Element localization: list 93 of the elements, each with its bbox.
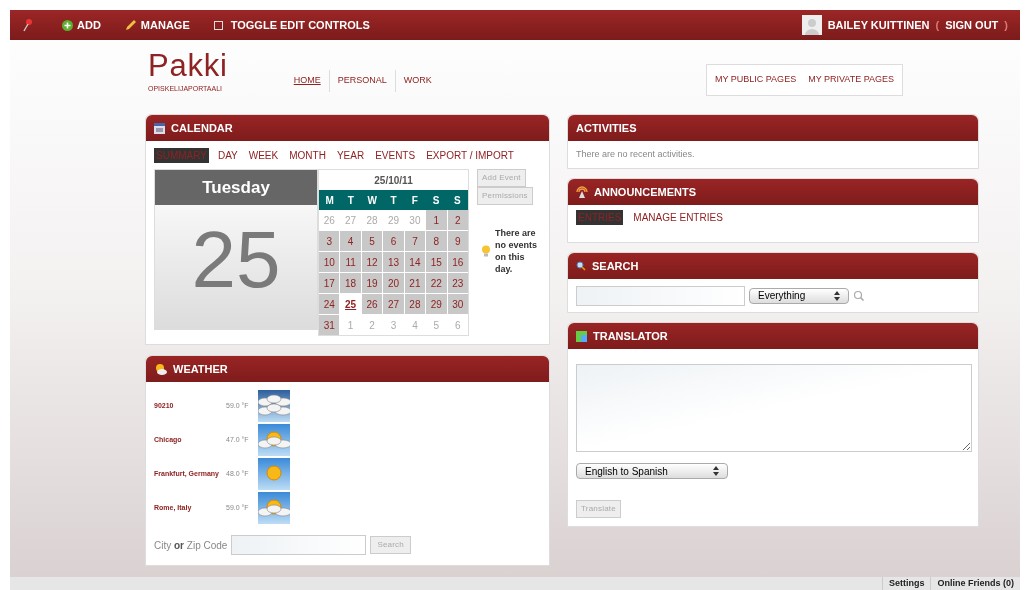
nav-link[interactable]: HOME — [285, 70, 329, 92]
calendar-day[interactable]: 12 — [361, 252, 383, 272]
calendar-day[interactable]: 22 — [426, 273, 447, 293]
sun-behind-cloud-icon — [258, 492, 290, 524]
language-select[interactable]: English to Spanish — [576, 463, 728, 479]
cloud-icon — [258, 390, 290, 422]
calendar-day[interactable]: 31 — [319, 315, 340, 335]
toggle-edit-checkbox[interactable]: TOGGLE EDIT CONTROLS — [213, 16, 370, 34]
calendar-day[interactable]: 7 — [404, 231, 426, 251]
search-icon — [576, 261, 586, 271]
page-link[interactable]: MY PUBLIC PAGES — [714, 73, 797, 87]
updown-arrows-icon — [713, 466, 719, 476]
calendar-day[interactable]: 14 — [404, 252, 426, 272]
user-name: BAILEY KUITTINEN — [827, 17, 930, 33]
city-field[interactable] — [231, 535, 367, 555]
calendar-tab[interactable]: DAY — [215, 148, 240, 163]
calendar-day[interactable]: 19 — [361, 273, 383, 293]
announcement-tab[interactable]: MANAGE ENTRIES — [631, 210, 725, 225]
sun-behind-cloud-icon — [258, 424, 290, 456]
calendar-tab[interactable]: EVENTS — [373, 148, 418, 163]
panel-title: CALENDAR — [171, 120, 233, 136]
calendar-day[interactable]: 11 — [340, 252, 361, 272]
search-field[interactable] — [576, 285, 745, 306]
calendar-day[interactable]: 27 — [383, 294, 404, 314]
scope-select[interactable]: Everything — [749, 287, 849, 304]
calendar-day[interactable]: 6 — [383, 231, 404, 251]
weekday-header: S — [431, 193, 441, 208]
weekday-header: T — [346, 193, 355, 208]
site-logo[interactable]: Pakki — [148, 50, 228, 82]
month-label: 25/10/11 — [373, 173, 414, 188]
calendar-day[interactable]: 2 — [447, 210, 468, 230]
calendar-day[interactable]: 16 — [447, 252, 468, 272]
pin-icon[interactable] — [22, 18, 34, 32]
nav-link[interactable]: WORK — [394, 70, 440, 92]
sun-behind-cloud-icon — [154, 363, 167, 375]
calendar-day[interactable]: 9 — [447, 231, 468, 251]
calendar-day[interactable]: 30 — [447, 294, 468, 314]
search-icon[interactable] — [853, 289, 865, 302]
calendar-day[interactable]: 21 — [404, 273, 426, 293]
day-number: 25 — [190, 214, 282, 306]
calendar-day[interactable]: 8 — [426, 231, 447, 251]
paren-text: ) — [1004, 17, 1008, 33]
calendar-day[interactable]: 20 — [383, 273, 404, 293]
weekday-label: Tuesday — [155, 170, 317, 205]
pencil-icon — [124, 19, 137, 31]
calendar-day[interactable]: 24 — [319, 294, 340, 314]
panel-title: SEARCH — [592, 258, 639, 274]
calendar-day[interactable]: 10 — [319, 252, 340, 272]
lightbulb-icon — [481, 245, 491, 257]
status-bar-button[interactable]: Online Friends (0) — [930, 577, 1020, 590]
weekday-header: S — [453, 193, 462, 208]
avatar-icon — [801, 15, 822, 35]
calendar-day[interactable]: 15 — [426, 252, 447, 272]
weekday-header: M — [324, 193, 335, 208]
weekday-header: T — [389, 193, 398, 208]
paren-text: ( — [935, 17, 940, 33]
calendar-day[interactable]: 26 — [361, 294, 383, 314]
weekday-header: W — [366, 193, 378, 208]
panel-title: ACTIVITIES — [576, 120, 637, 136]
status-bar-button[interactable]: Settings — [881, 577, 931, 590]
calendar-day[interactable]: 29 — [426, 294, 447, 314]
translate-text-area[interactable] — [576, 364, 972, 452]
nav-link[interactable]: PERSONAL — [328, 70, 395, 92]
calendar-tab[interactable]: EXPORT / IMPORT — [424, 148, 516, 163]
calendar-day[interactable]: 18 — [340, 273, 361, 293]
calendar-day[interactable]: 23 — [447, 273, 468, 293]
add-button[interactable]: ADD — [62, 16, 101, 34]
calendar-tab[interactable]: YEAR — [334, 148, 367, 163]
activities-empty-text: There are no recent activities. — [575, 147, 696, 161]
panel-title: ANNOUNCEMENTS — [594, 184, 697, 200]
page-link[interactable]: MY PRIVATE PAGES — [808, 73, 894, 87]
sign-out-link[interactable]: SIGN OUT — [945, 16, 999, 34]
plus-icon — [62, 19, 73, 31]
calendar-day[interactable]: 4 — [340, 231, 361, 251]
calendar-day[interactable]: 17 — [319, 273, 340, 293]
calendar-day[interactable]: 5 — [361, 231, 383, 251]
no-events-text: There are no events on this day. — [495, 227, 538, 275]
calendar-day[interactable]: 3 — [319, 231, 340, 251]
calendar-day[interactable]: 1 — [426, 210, 447, 230]
broadcast-icon — [576, 186, 588, 198]
updown-arrows-icon — [834, 290, 840, 301]
calendar-tab[interactable]: MONTH — [287, 148, 328, 163]
sun-icon — [258, 458, 290, 490]
calendar-day[interactable]: 28 — [404, 294, 426, 314]
calendar-tab[interactable]: WEEK — [246, 148, 281, 163]
translate-icon — [576, 330, 587, 342]
panel-title: WEATHER — [173, 361, 228, 377]
panel-title: TRANSLATOR — [593, 328, 668, 344]
calendar-day[interactable]: 13 — [383, 252, 404, 272]
calendar-icon — [154, 122, 165, 134]
weekday-header: F — [410, 193, 419, 208]
field-label: City or Zip Code — [154, 538, 228, 553]
manage-button[interactable]: MANAGE — [124, 16, 190, 34]
